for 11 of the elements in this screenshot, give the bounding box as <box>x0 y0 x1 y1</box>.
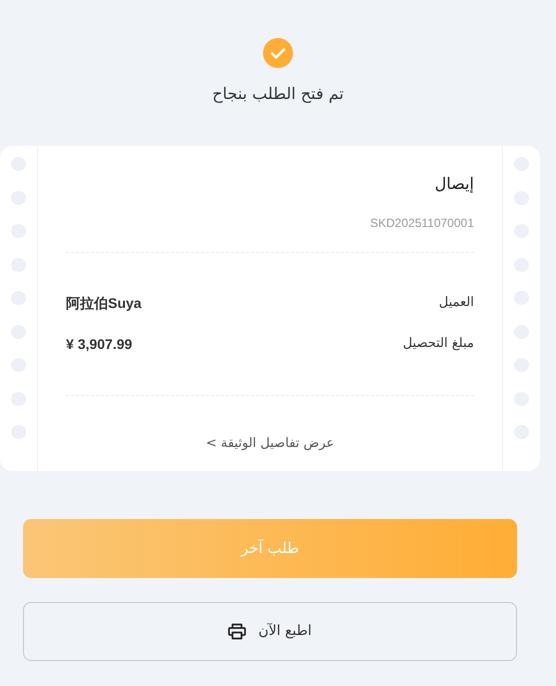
field-label: مبلغ التحصيل <box>402 335 474 353</box>
field-value: 阿拉伯Suya <box>66 294 142 313</box>
success-message: تم فتح الطلب بنجاح <box>212 83 344 105</box>
check-icon <box>263 38 293 68</box>
printer-icon <box>228 623 246 640</box>
field-label: العميل <box>438 294 474 312</box>
document-number: SKD202511070001 <box>369 215 474 232</box>
details-link[interactable]: عرض تفاصيل الوثيقة > <box>206 434 334 454</box>
receipt-title: إيصال <box>434 173 474 195</box>
print-button[interactable]: اطبع الآن <box>23 602 517 661</box>
field-value: 3,907.99 ¥ <box>66 335 132 354</box>
